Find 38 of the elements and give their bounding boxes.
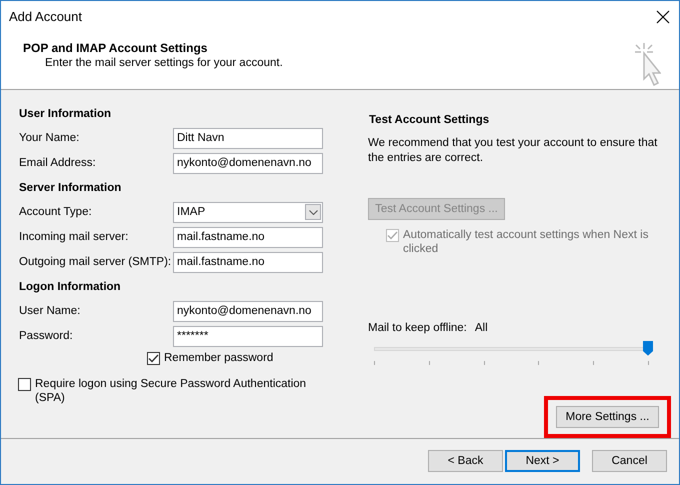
field-label: User Name: [18, 305, 82, 318]
check-icon [387, 230, 398, 240]
field-label: Incoming mail server: [18, 231, 130, 244]
field-label: Account Type: [18, 206, 93, 218]
input-field[interactable]: mail.fastname.no [173, 226, 323, 248]
field-label: Password: [18, 330, 74, 342]
close-button[interactable] [655, 8, 671, 25]
dialog-button[interactable]: < Back [428, 450, 503, 472]
window-title: Add Account [9, 9, 82, 24]
field-label: Your Name: [18, 132, 80, 144]
page-subtitle: Enter the mail server settings for your account. [45, 56, 283, 69]
field-label: Email Address: [18, 157, 97, 170]
checkbox-label: Remember password [164, 350, 274, 365]
dialog-button[interactable]: Next > [505, 450, 580, 472]
input-field[interactable]: nykonto@domenenavn.no [173, 152, 323, 174]
checkbox-label: Require logon using Secure Password Authentication (SPA) [35, 376, 308, 405]
checkbox-label: Automatically test account settings when Next is clicked [403, 228, 650, 256]
offline-value: All [474, 322, 488, 334]
input-field[interactable]: mail.fastname.no [173, 252, 323, 273]
checkbox[interactable] [147, 352, 160, 365]
page-title: POP and IMAP Account Settings [23, 40, 208, 55]
checkbox[interactable] [18, 378, 31, 391]
input-field[interactable]: nykonto@domenenavn.no [173, 300, 323, 322]
slider-thumb[interactable] [643, 340, 653, 356]
account-type-dropdown[interactable]: IMAP [173, 202, 323, 223]
section-title: Logon Information [18, 280, 122, 295]
input-field[interactable]: Ditt Navn [173, 128, 323, 149]
field-label: Outgoing mail server (SMTP): [18, 256, 172, 268]
more-settings-button[interactable]: More Settings ... [556, 406, 659, 428]
check-icon [148, 354, 159, 363]
chevron-down-icon [308, 210, 318, 215]
dialog-button[interactable]: Cancel [592, 450, 667, 472]
section-title: User Information [18, 106, 112, 122]
section-title: Server Information [18, 180, 122, 196]
section-title: Test Account Settings [368, 112, 490, 128]
password-field[interactable]: ******* [173, 326, 323, 347]
offline-label: Mail to keep offline: [368, 322, 467, 334]
description-text: We recommend that you test your account to ensure that the entries are correct. [368, 136, 658, 166]
